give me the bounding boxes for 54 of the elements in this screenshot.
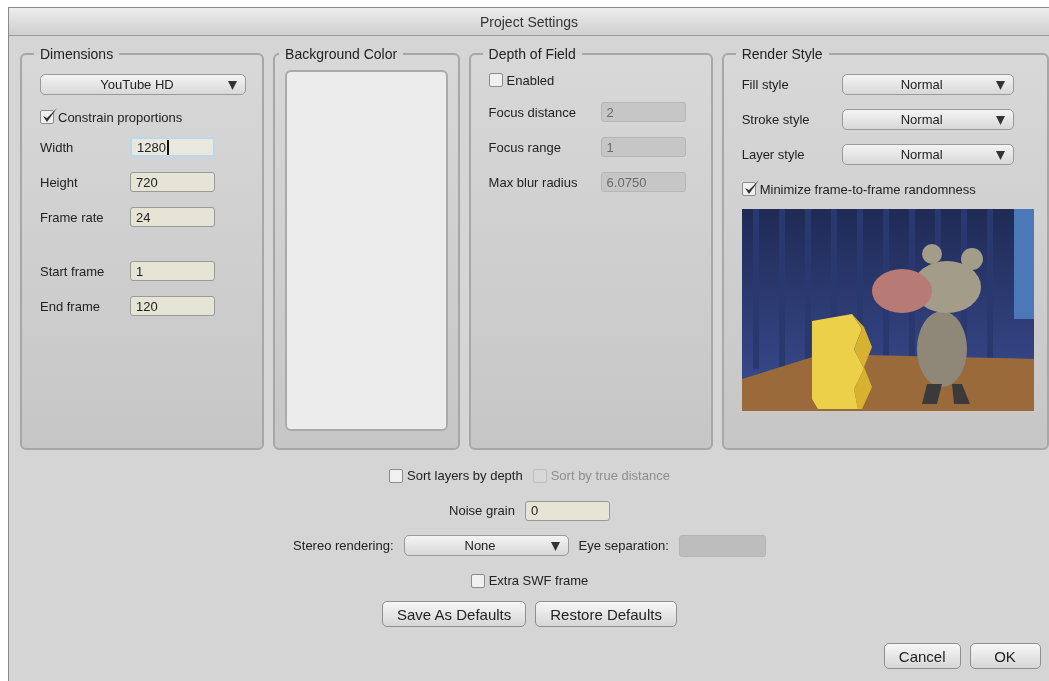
input-field[interactable]: 1 xyxy=(130,261,215,281)
input-field[interactable]: 120 xyxy=(130,296,215,316)
caret-icon xyxy=(550,542,560,551)
field-label: Layer style xyxy=(741,146,806,162)
input-field: 2 xyxy=(600,102,686,122)
field-label: Frame rate xyxy=(40,209,105,225)
input-field[interactable]: 1280 xyxy=(130,137,215,157)
caret-icon xyxy=(995,150,1005,160)
checkbox-label: Sort by true distance xyxy=(550,468,670,483)
input-field[interactable]: 720 xyxy=(130,172,215,192)
field-label: Stereo rendering: xyxy=(293,538,394,553)
defaults-button[interactable]: Save As Defaults xyxy=(382,601,527,627)
caret-icon xyxy=(995,80,1005,90)
input-field: 6.0750 xyxy=(600,172,686,192)
field-label: Stroke style xyxy=(741,111,811,127)
checkbox-label: Minimize frame-to-frame randomness xyxy=(759,181,976,197)
field-label: Width xyxy=(40,139,75,155)
panel-title: Dimensions xyxy=(39,46,115,62)
field-label: Eye separation: xyxy=(578,538,669,553)
field-label: End frame xyxy=(40,298,101,314)
checkbox[interactable] xyxy=(488,73,503,87)
field-label: Height xyxy=(40,174,79,190)
checkbox-label: Sort layers by depth xyxy=(407,468,523,483)
style-dropdown[interactable]: Normal xyxy=(841,73,1014,95)
defaults-button[interactable]: Restore Defaults xyxy=(535,601,677,627)
panel-title: Render Style xyxy=(740,46,824,62)
field-label: Noise grain xyxy=(449,503,515,518)
input-field[interactable]: 0 xyxy=(524,500,610,521)
window-title: Project Settings xyxy=(479,13,579,30)
field-label: Focus distance xyxy=(488,104,578,120)
style-dropdown[interactable]: Normal xyxy=(841,143,1014,165)
input-field[interactable]: 24 xyxy=(130,207,215,227)
input-field: 1 xyxy=(600,137,686,157)
caret-icon xyxy=(228,81,237,90)
checkbox[interactable] xyxy=(470,573,485,588)
checkbox-label: Enabled xyxy=(506,72,555,88)
field-label: Max blur radius xyxy=(488,174,579,190)
color-swatch[interactable] xyxy=(285,70,448,431)
checkbox[interactable] xyxy=(40,110,54,124)
preset-dropdown[interactable]: YouTube HD xyxy=(40,74,246,95)
panel-title: Depth of Field xyxy=(487,46,577,62)
dialog-button[interactable]: OK xyxy=(969,643,1041,669)
checkbox-label: Extra SWF frame xyxy=(488,573,589,588)
stereo-dropdown[interactable]: None xyxy=(403,535,569,556)
checkbox[interactable] xyxy=(389,468,404,483)
panel-title: Background Color xyxy=(284,46,399,62)
caret-icon xyxy=(995,115,1005,125)
field-label: Focus range xyxy=(488,139,562,155)
dialog-button[interactable]: Cancel xyxy=(883,643,961,669)
style-dropdown[interactable]: Normal xyxy=(841,108,1014,130)
checkbox[interactable] xyxy=(741,182,756,196)
field-label: Fill style xyxy=(741,76,790,92)
checkbox-label: Constrain proportions xyxy=(58,109,183,125)
field-label: Start frame xyxy=(40,263,106,279)
